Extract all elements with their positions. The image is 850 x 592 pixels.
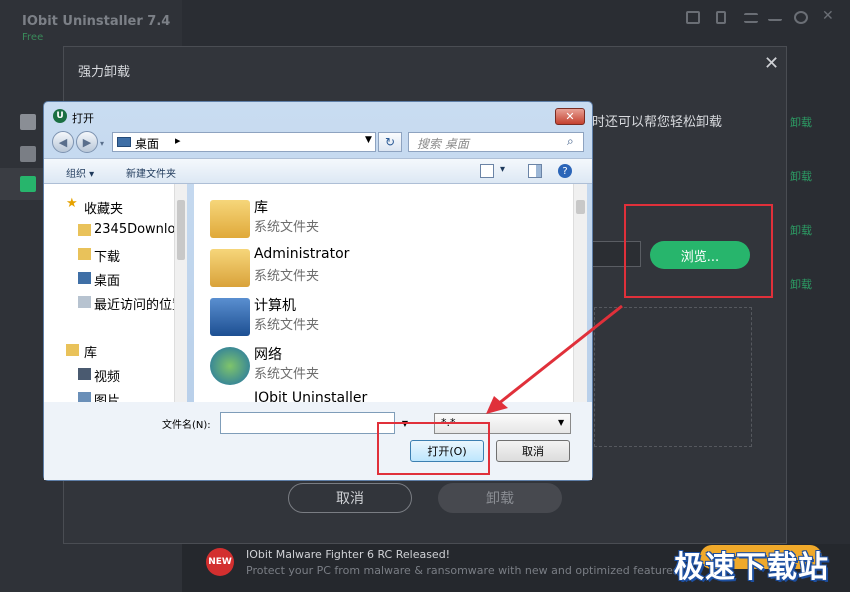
- file-name: 库: [254, 200, 268, 216]
- filename-label: 文件名(N):: [162, 420, 211, 431]
- nav-item-pictures[interactable]: 图片: [44, 388, 174, 402]
- view-dropdown-icon[interactable]: ▾: [500, 164, 505, 175]
- file-name: 网络: [254, 347, 282, 363]
- file-type: 系统文件夹: [254, 220, 320, 235]
- library-folder-icon: [210, 200, 250, 238]
- minimize-icon[interactable]: [768, 11, 782, 21]
- search-icon[interactable]: ⌕: [567, 134, 574, 149]
- nav-item-label: 最近访问的位置: [94, 298, 174, 313]
- file-item-library[interactable]: 库 系统文件夹: [204, 196, 544, 242]
- network-icon: [210, 347, 250, 385]
- cancel-button[interactable]: 取消: [288, 483, 412, 513]
- nav-item-videos[interactable]: 视频: [44, 364, 174, 386]
- chevron-right-icon[interactable]: ▸: [175, 134, 181, 147]
- nav-item-2345downloads[interactable]: 2345Downloads: [44, 220, 174, 242]
- doc-icon[interactable]: [716, 11, 726, 24]
- green-tag: 卸载: [790, 170, 812, 183]
- close-icon[interactable]: ✕: [764, 53, 779, 74]
- nav-item-libraries[interactable]: 库: [44, 340, 174, 362]
- news-description: Protect your PC from malware & ransomwar…: [246, 564, 683, 577]
- dialog-cancel-button[interactable]: 取消: [496, 440, 570, 462]
- view-icon[interactable]: [480, 164, 494, 178]
- nav-item-label: 图片: [94, 394, 121, 402]
- file-scroll-thumb[interactable]: [576, 200, 585, 214]
- nav-item-recent[interactable]: 最近访问的位置: [44, 292, 174, 314]
- nav-item-label: 下载: [94, 250, 121, 265]
- search-input[interactable]: 搜索 桌面 ⌕: [408, 132, 584, 152]
- preview-pane-icon[interactable]: [528, 164, 542, 178]
- nav-item-label: 视频: [94, 370, 121, 385]
- nav-scroll-thumb[interactable]: [177, 200, 185, 260]
- desktop-icon: [117, 137, 131, 147]
- dialog-close-button[interactable]: ✕: [555, 108, 585, 125]
- dialog-title: 打开: [72, 112, 94, 125]
- nav-item-favorites[interactable]: ★ 收藏夹: [44, 196, 174, 218]
- nav-item-label: 收藏夹: [84, 202, 124, 217]
- nav-item-label: 库: [84, 346, 98, 361]
- background-app-title: IObit Uninstaller 7.4: [22, 14, 171, 29]
- chevron-down-icon[interactable]: ▼: [365, 135, 372, 145]
- green-tag: 卸载: [790, 116, 812, 129]
- settings-icon[interactable]: [794, 11, 808, 24]
- desktop-icon: [78, 272, 91, 284]
- help-icon[interactable]: ?: [558, 164, 572, 178]
- grid-icon[interactable]: [20, 114, 36, 130]
- open-file-dialog: U 打开 ✕ ◀ ▶ ▾ 桌面 ▸ ▼ ↻ 搜索 桌面 ⌕ 组织 ▾ 新建文件夹…: [43, 101, 593, 481]
- menu-icon[interactable]: [744, 13, 758, 23]
- new-folder-button[interactable]: 新建文件夹: [126, 165, 176, 180]
- watermark-text: 极速下载站: [674, 550, 829, 585]
- address-text: 桌面: [135, 137, 160, 151]
- nav-item-label: 桌面: [94, 274, 121, 289]
- nav-item-downloads[interactable]: 下载: [44, 244, 174, 266]
- briefcase-icon[interactable]: [686, 11, 700, 24]
- search-placeholder: 搜索 桌面: [417, 137, 469, 151]
- nav-scrollbar[interactable]: [174, 184, 187, 402]
- file-item-administrator[interactable]: Administrator 系统文件夹: [204, 245, 544, 291]
- pictures-icon: [78, 392, 91, 402]
- app-close-icon[interactable]: ✕: [822, 8, 836, 24]
- flag-icon[interactable]: [20, 176, 36, 192]
- annotation-arrow: [486, 304, 623, 414]
- refresh-button[interactable]: ↻: [378, 132, 402, 152]
- dialog-toolbar: 组织 ▾ 新建文件夹 ▾ ?: [44, 158, 592, 184]
- iobit-logo-icon: U: [53, 109, 67, 123]
- modal-title: 强力卸载: [78, 65, 131, 80]
- news-badge: NEW: [206, 548, 234, 576]
- address-bar[interactable]: 桌面 ▸ ▼: [112, 132, 376, 152]
- library-icon: [66, 344, 79, 356]
- filename-input[interactable]: [220, 412, 395, 434]
- nav-item-desktop[interactable]: 桌面: [44, 268, 174, 290]
- uninstall-button[interactable]: 卸载: [438, 483, 562, 513]
- download-folder-icon: [78, 248, 91, 260]
- recent-places-icon: [78, 296, 91, 308]
- file-type: 系统文件夹: [254, 269, 320, 284]
- green-tag: 卸载: [790, 278, 812, 291]
- forward-icon[interactable]: ▶: [76, 131, 98, 153]
- back-icon[interactable]: ◀: [52, 131, 74, 153]
- background-app-subtitle: Free: [22, 32, 44, 43]
- folder-icon: [78, 224, 91, 236]
- broom-icon[interactable]: [20, 146, 36, 162]
- highlight-box-browse: [624, 204, 773, 298]
- user-folder-icon: [210, 249, 250, 287]
- green-tag: 卸载: [790, 224, 812, 237]
- file-name: IObit Uninstaller: [254, 390, 368, 402]
- modal-hint-text: 时还可以帮您轻松卸载: [592, 115, 723, 130]
- file-name: Administrator: [254, 246, 350, 262]
- file-name: 计算机: [254, 298, 296, 314]
- computer-icon: [210, 298, 250, 336]
- nav-item-label: 2345Downloads: [94, 222, 174, 237]
- video-icon: [78, 368, 91, 380]
- star-icon: ★: [66, 196, 78, 211]
- organize-button[interactable]: 组织 ▾: [66, 165, 94, 180]
- history-dropdown-icon[interactable]: ▾: [100, 139, 104, 148]
- highlight-box-open: [377, 422, 490, 475]
- file-type: 系统文件夹: [254, 318, 320, 333]
- file-type: 系统文件夹: [254, 367, 320, 382]
- news-title[interactable]: IObit Malware Fighter 6 RC Released!: [246, 548, 450, 561]
